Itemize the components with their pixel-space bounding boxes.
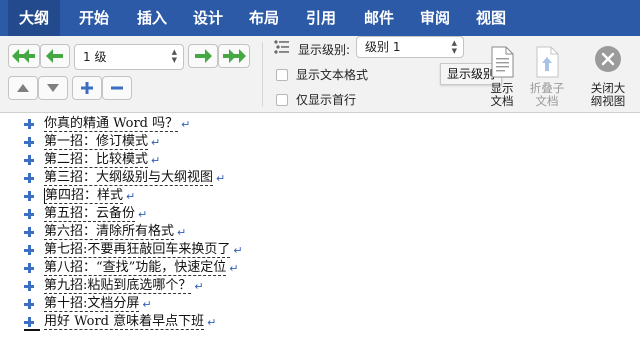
- outline-item[interactable]: 第十招:文档分屏 ↵: [24, 295, 152, 313]
- expand-button[interactable]: [72, 76, 102, 100]
- tab-home[interactable]: 开始: [66, 0, 122, 36]
- show-document-icon: [491, 46, 514, 78]
- show-text-format-checkbox[interactable]: [276, 68, 288, 81]
- left-arrow-icon: [46, 49, 63, 63]
- outline-item[interactable]: 第四招：样式 ↵: [24, 187, 135, 205]
- outline-item[interactable]: 第一招：修订模式 ↵: [24, 133, 160, 151]
- tab-references[interactable]: 引用: [292, 0, 350, 36]
- first-line-only-label: 仅显示首行: [296, 93, 357, 107]
- demote-to-body-button[interactable]: [218, 44, 250, 68]
- paragraph-mark-icon: ↵: [138, 207, 148, 221]
- paragraph-mark-icon: ↵: [216, 171, 226, 185]
- show-text-format-option[interactable]: 显示文本格式: [276, 66, 368, 83]
- expand-plus-icon[interactable]: [24, 173, 34, 183]
- outline-item[interactable]: 第三招：大纲级别与大纲视图 ↵: [24, 169, 225, 187]
- expand-plus-icon[interactable]: [24, 155, 34, 165]
- outline-document[interactable]: 你真的精通 Word 吗？ ↵ 第一招：修订模式 ↵ 第二招：比较模式 ↵ 第三…: [0, 113, 640, 358]
- first-line-only-option[interactable]: 仅显示首行: [276, 91, 356, 108]
- outline-item[interactable]: 第九招:粘贴到底选哪个？ ↵: [24, 277, 204, 295]
- outline-item[interactable]: 第六招：清除所有格式 ↵: [24, 223, 186, 241]
- expand-plus-icon[interactable]: [24, 137, 34, 147]
- paragraph-mark-icon: ↵: [194, 279, 204, 293]
- paragraph-mark-icon: ↵: [181, 117, 191, 131]
- outline-item[interactable]: 第五招：云备份 ↵: [24, 205, 147, 223]
- tab-insert[interactable]: 插入: [124, 0, 180, 36]
- first-line-only-checkbox[interactable]: [276, 93, 288, 106]
- collapse-subdocuments-icon: [536, 46, 559, 78]
- outline-item-text: 第九招:粘贴到底选哪个？: [44, 278, 192, 294]
- show-document-button[interactable]: 显示 文档: [482, 82, 522, 108]
- outline-level-select[interactable]: 1 级 ▲ ▼: [74, 44, 184, 70]
- demote-button[interactable]: [188, 44, 218, 68]
- outline-item-text: 第三招：大纲级别与大纲视图: [44, 170, 214, 186]
- outline-item-text: 用好 Word 意味着早点下班: [44, 314, 205, 330]
- outline-item-text: 你真的精通 Word 吗？: [44, 116, 179, 132]
- plus-icon: [81, 82, 93, 94]
- paragraph-mark-icon: ↵: [151, 135, 161, 149]
- expand-plus-icon[interactable]: [24, 263, 34, 273]
- expand-plus-icon[interactable]: [24, 281, 34, 291]
- expand-plus-icon[interactable]: [24, 119, 34, 129]
- tab-view[interactable]: 视图: [462, 0, 520, 36]
- outline-ribbon: 1 级 ▲ ▼ 显示级别: 级别 1 ▲ ▼ 显示文本格式 仅显示首行 显示级别…: [0, 36, 640, 113]
- triangle-down-icon: [47, 84, 59, 92]
- double-left-arrow-icon: [12, 49, 35, 63]
- expand-plus-icon[interactable]: [24, 191, 34, 201]
- outline-item-text: 第四招：样式: [44, 188, 124, 204]
- promote-button[interactable]: [40, 44, 70, 68]
- show-level-select[interactable]: 级别 1 ▲ ▼: [356, 36, 464, 58]
- paragraph-mark-icon: ↵: [229, 261, 239, 275]
- expand-plus-icon[interactable]: [24, 245, 34, 255]
- outline-item[interactable]: 第八招：“查找”功能，快速定位 ↵: [24, 259, 239, 277]
- paragraph-mark-icon: ↵: [177, 225, 187, 239]
- tab-outline[interactable]: 大纲: [8, 0, 60, 36]
- minus-icon: [111, 86, 123, 90]
- outline-item-text: 第五招：云备份: [44, 206, 136, 222]
- stepper-arrows-icon: ▲ ▼: [451, 39, 457, 55]
- paragraph-mark-icon: ↵: [207, 315, 217, 329]
- paragraph-mark-icon: ↵: [142, 297, 152, 311]
- paragraph-mark-icon: ↵: [233, 243, 243, 257]
- end-of-document-marker: [24, 329, 40, 331]
- tab-layout[interactable]: 布局: [236, 0, 292, 36]
- outline-item[interactable]: 第二招：比较模式 ↵: [24, 151, 160, 169]
- ribbon-tab-bar: 大纲 开始 插入 设计 布局 引用 邮件 审阅 视图: [0, 0, 640, 36]
- outline-item[interactable]: 用好 Word 意味着早点下班 ↵: [24, 313, 216, 331]
- right-arrow-icon: [195, 49, 212, 63]
- outline-item-text: 第二招：比较模式: [44, 152, 149, 168]
- close-circle-icon: [595, 46, 621, 72]
- tab-design[interactable]: 设计: [180, 0, 236, 36]
- move-down-button[interactable]: [38, 76, 68, 100]
- expand-plus-icon[interactable]: [24, 299, 34, 309]
- paragraph-mark-icon: ↵: [151, 153, 161, 167]
- ribbon-separator: [262, 42, 263, 106]
- show-text-format-label: 显示文本格式: [296, 68, 369, 82]
- show-level-value: 级别 1: [365, 40, 401, 54]
- outline-level-value: 1 级: [83, 50, 107, 64]
- close-outline-view-button[interactable]: 关闭大 纲视图: [584, 82, 632, 108]
- paragraph-mark-icon: ↵: [126, 189, 136, 203]
- expand-plus-icon[interactable]: [24, 209, 34, 219]
- outline-item[interactable]: 第七招:不要再狂敲回车来换页了 ↵: [24, 241, 243, 259]
- outline-item[interactable]: 你真的精通 Word 吗？ ↵: [24, 115, 190, 133]
- double-right-arrow-icon: [223, 49, 246, 63]
- outline-item-text: 第七招:不要再狂敲回车来换页了: [44, 242, 231, 258]
- collapse-button[interactable]: [102, 76, 132, 100]
- outline-item-text: 第一招：修订模式: [44, 134, 149, 150]
- collapse-subdocuments-button[interactable]: 折叠子 文档: [525, 82, 569, 108]
- expand-plus-icon[interactable]: [24, 317, 34, 327]
- outline-item-text: 第十招:文档分屏: [44, 296, 140, 312]
- expand-plus-icon[interactable]: [24, 227, 34, 237]
- show-level-label: 显示级别:: [298, 43, 351, 57]
- tab-mailings[interactable]: 邮件: [350, 0, 408, 36]
- show-level-icon: [274, 40, 289, 54]
- outline-item-text: 第六招：清除所有格式: [44, 224, 175, 240]
- promote-to-heading-button[interactable]: [8, 44, 40, 68]
- outline-item-text: 第八招：“查找”功能，快速定位: [44, 260, 227, 276]
- triangle-up-icon: [17, 84, 29, 92]
- tab-review[interactable]: 审阅: [406, 0, 464, 36]
- stepper-arrows-icon: ▲ ▼: [171, 48, 177, 64]
- move-up-button[interactable]: [8, 76, 38, 100]
